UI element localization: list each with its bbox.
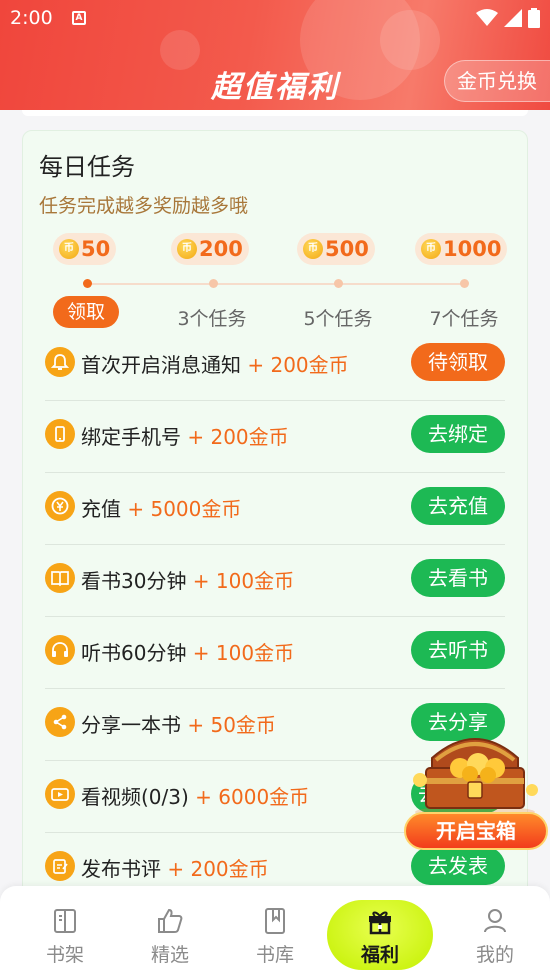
wifi-icon [476,9,498,26]
open-treasure-button[interactable]: 开启宝箱 [404,812,548,850]
task-reward: + 6000金币 [188,785,310,809]
task-title: 首次开启消息通知 [81,353,241,377]
milestone-label: 3个任务 [177,308,247,330]
milestone-badge: 币 200 [171,233,249,265]
task-name: 绑定手机号 + 200金币 [81,421,289,450]
status-time: 2:00 [10,7,53,29]
nav-item-bookshelf[interactable]: 书架 [10,886,120,979]
task-name: 充值 + 5000金币 [81,493,241,522]
task-title: 发布书评 [81,857,161,881]
task-name: 听书60分钟 + 100金币 [81,637,294,666]
task-reward: + 200金币 [241,353,349,377]
progress-dot [460,279,469,288]
task-row: 绑定手机号 + 200金币 去绑定 [45,401,505,473]
treasure-chest-icon [413,738,538,818]
task-title: 分享一本书 [81,713,181,737]
milestone-label: 5个任务 [303,308,373,330]
bell-icon [45,347,75,377]
progress-dot [209,279,218,288]
signal-icon [504,9,522,27]
previous-card-edge [22,110,528,116]
nav-label: 书库 [255,944,294,966]
task-action-button[interactable]: 待领取 [411,343,505,381]
task-row: 看书30分钟 + 100金币 去看书 [45,545,505,617]
task-reward: + 100金币 [186,569,295,593]
milestone-value: 50 [81,237,111,261]
nav-item-featured[interactable]: 精选 [115,886,225,979]
milestone-badge: 币 1000 [415,233,508,265]
task-title: 听书60分钟 [81,641,187,665]
progress-dot [83,279,92,288]
task-title: 充值 [81,497,121,521]
battery-icon [528,8,540,28]
bottom-nav: 书架 精选 书库 我的 [0,886,550,979]
milestone-value: 1000 [443,237,502,261]
task-name: 分享一本书 + 50金币 [81,709,276,738]
task-action-button[interactable]: 去看书 [411,559,505,597]
milestone-value: 200 [199,237,243,261]
coin-icon: 币 [421,239,441,259]
headphones-icon [45,635,75,665]
thumbs-up-icon [158,908,183,933]
video-icon [45,779,75,809]
gift-icon [369,911,391,935]
phone-icon [45,419,75,449]
progress-dot [334,279,343,288]
nav-label: 精选 [150,944,189,966]
status-bar: 2:00 A [0,0,550,38]
task-action-button[interactable]: 去充值 [411,487,505,525]
daily-tasks-subtitle: 任务完成越多奖励越多哦 [39,195,249,217]
status-icons [476,8,540,28]
header: 2:00 A 超值福利 金币兑换 [0,0,550,110]
milestone-value: 500 [325,237,369,261]
task-action-button[interactable]: 去绑定 [411,415,505,453]
task-title: 绑定手机号 [81,425,181,449]
coin-icon: 币 [177,239,197,259]
task-progress: (0/3) [141,785,189,809]
nav-label: 书架 [45,944,84,966]
coin-icon: 币 [303,239,323,259]
library-icon [265,908,285,934]
task-reward: + 100金币 [186,641,295,665]
milestone-progress-line [87,283,465,285]
nav-item-library[interactable]: 书库 [220,886,330,979]
task-name: 看书30分钟 + 100金币 [81,565,294,594]
milestone-badge: 币 50 [53,233,117,265]
milestone-label: 7个任务 [429,308,499,330]
task-reward: + 200金币 [161,857,269,881]
task-name: 发布书评 + 200金币 [81,853,269,882]
coin-exchange-button[interactable]: 金币兑换 [444,60,550,102]
daily-tasks-title: 每日任务 [39,153,135,181]
task-row: 听书60分钟 + 100金币 去听书 [45,617,505,689]
task-title: 看书30分钟 [81,569,187,593]
book-icon [45,563,75,593]
nav-label: 我的 [475,944,514,966]
nav-item-profile[interactable]: 我的 [440,886,550,979]
bookshelf-icon [54,909,76,933]
task-title: 看视频 [81,785,141,809]
notification-app-icon: A [72,11,86,25]
task-action-button[interactable]: 去听书 [411,631,505,669]
task-row: 充值 + 5000金币 去充值 [45,473,505,545]
nav-item-welfare[interactable]: 福利 [325,886,435,979]
coin-icon: 币 [59,239,79,259]
task-row: 首次开启消息通知 + 200金币 待领取 [45,329,505,401]
share-icon [45,707,75,737]
yen-icon [45,491,75,521]
task-name: 首次开启消息通知 + 200金币 [81,349,349,378]
milestone-badge: 币 500 [297,233,375,265]
nav-label: 福利 [360,944,399,966]
task-reward: + 5000金币 [121,497,242,521]
claim-milestone-button[interactable]: 领取 [53,296,119,328]
task-reward: + 50金币 [181,713,276,737]
edit-icon [45,851,75,881]
task-reward: + 200金币 [181,425,289,449]
task-name: 看视频(0/3) + 6000金币 [81,781,309,810]
profile-icon [484,909,506,933]
